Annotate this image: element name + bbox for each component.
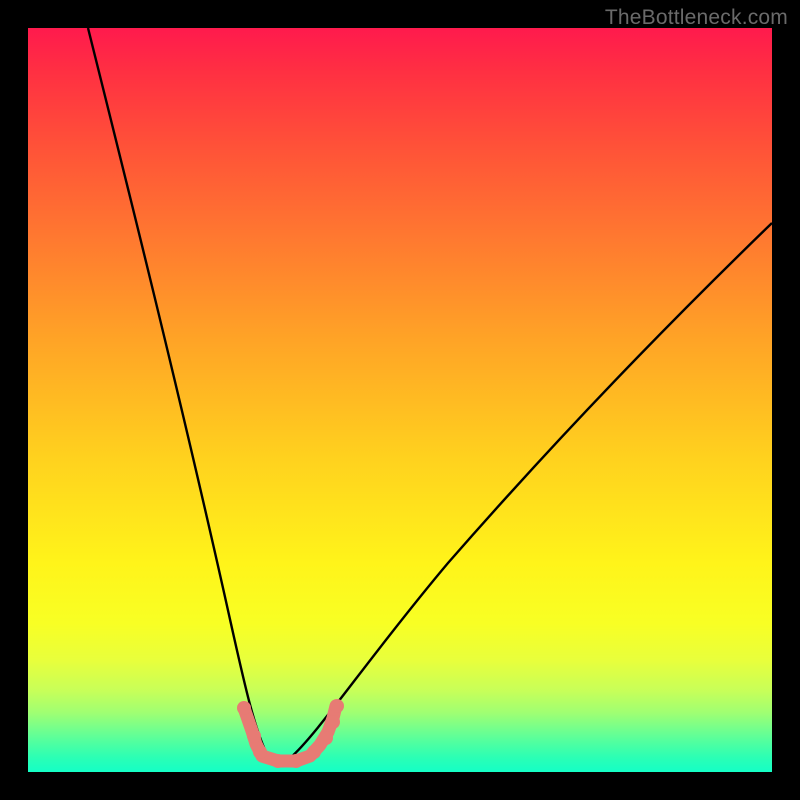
- chart-frame: TheBottleneck.com: [0, 0, 800, 800]
- curve-layer: [28, 28, 772, 772]
- watermark-text: TheBottleneck.com: [605, 6, 788, 30]
- marker-dots: [237, 699, 344, 768]
- plot-area: [28, 28, 772, 772]
- primary-curve: [88, 28, 772, 762]
